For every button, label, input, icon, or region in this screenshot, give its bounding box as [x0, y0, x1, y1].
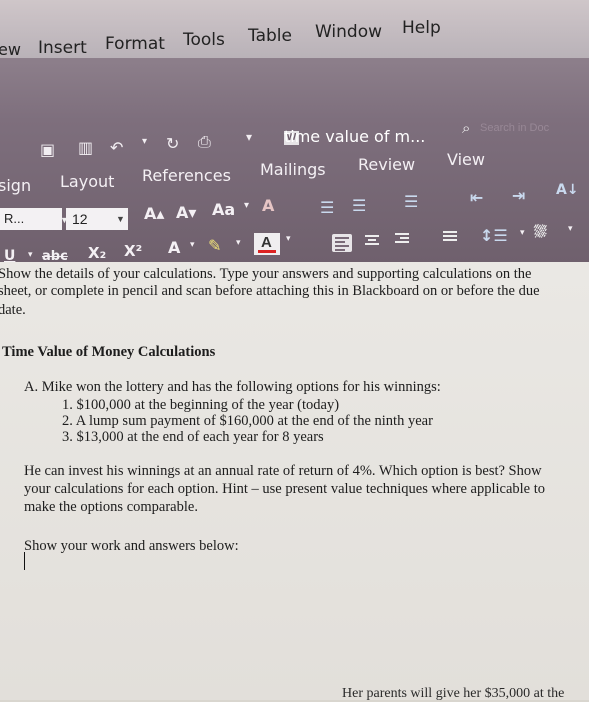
underline-dropdown-icon[interactable]: ▾ [28, 250, 33, 260]
text-effects-icon[interactable]: A [168, 238, 180, 257]
menu-table[interactable]: Table [248, 26, 292, 46]
menu-help[interactable]: Help [402, 18, 441, 38]
tab-design[interactable]: sign [0, 176, 31, 195]
font-color-button[interactable]: A [254, 233, 280, 255]
sort-icon[interactable]: A↓ [556, 182, 579, 198]
tab-references[interactable]: References [142, 166, 231, 185]
highlight-dropdown-icon[interactable]: ▾ [236, 238, 241, 248]
align-center-button[interactable] [362, 232, 382, 250]
search-input[interactable]: Search in Doc [480, 122, 549, 134]
increase-indent-icon[interactable]: ⇥ [512, 186, 525, 205]
customize-toolbar-icon[interactable]: ▾ [246, 130, 252, 144]
change-case-dropdown-icon[interactable]: ▾ [244, 200, 249, 211]
menu-format[interactable]: Format [105, 34, 165, 54]
subscript-button[interactable]: X₂ [88, 244, 106, 262]
search-icon[interactable]: ⌕ [462, 120, 470, 137]
undo-dropdown-icon[interactable]: ▾ [142, 136, 147, 147]
text-cursor [24, 552, 25, 570]
instruction-line: Show your work and answers below: [24, 538, 239, 554]
paragraph-line-1: He can invest his winnings at an annual … [24, 463, 542, 479]
numbering-icon[interactable]: ☰ [352, 196, 366, 215]
font-color-icon: A [261, 234, 272, 251]
section-heading: Time Value of Money Calculations [2, 344, 216, 360]
save-icon[interactable]: ▥ [78, 138, 93, 157]
print-icon[interactable]: ⎙ [198, 132, 211, 152]
intro-line-1: Show the details of your calculations. T… [0, 266, 532, 282]
shrink-font-icon[interactable]: A▾ [176, 203, 196, 222]
option-2: 2. A lump sum payment of $160,000 at the… [62, 413, 433, 429]
decrease-indent-icon[interactable]: ⇤ [470, 188, 483, 207]
clear-formatting-icon[interactable]: A [262, 196, 274, 215]
justify-button[interactable] [440, 228, 460, 246]
bullets-icon[interactable]: ☰ [320, 198, 334, 217]
tab-view[interactable]: View [447, 150, 485, 169]
font-size-value: 12 [72, 211, 88, 227]
option-1: 1. $100,000 at the beginning of the year… [62, 397, 340, 413]
intro-line-2: sheet, or complete in pencil and scan be… [0, 283, 540, 299]
menu-insert[interactable]: Insert [38, 38, 87, 58]
superscript-button[interactable]: X² [124, 242, 142, 260]
grow-font-icon[interactable]: A▴ [144, 204, 164, 223]
highlight-icon[interactable]: ✎ [208, 236, 221, 255]
font-name-value: R... [4, 211, 25, 226]
paragraph-line-3: make the options comparable. [24, 499, 198, 515]
tab-mailings[interactable]: Mailings [260, 160, 326, 179]
align-right-button[interactable] [392, 230, 412, 248]
option-3: 3. $13,000 at the end of each year for 8… [62, 429, 324, 445]
font-name-box[interactable]: R... [0, 208, 62, 230]
tab-layout[interactable]: Layout [60, 172, 114, 191]
question-a: A. Mike won the lottery and has the foll… [24, 379, 441, 395]
change-case-icon[interactable]: Aa [212, 200, 235, 219]
shading-icon[interactable]: ⛆ [534, 222, 547, 242]
line-spacing-dropdown-icon[interactable]: ▾ [520, 228, 525, 238]
intro-line-3: date. [0, 302, 26, 318]
tab-review[interactable]: Review [358, 155, 415, 174]
font-size-dropdown-icon[interactable]: ▼ [116, 214, 125, 224]
menu-tools[interactable]: Tools [183, 30, 225, 50]
align-left-button[interactable] [332, 234, 352, 252]
multilevel-list-icon[interactable]: ☰ [404, 192, 418, 211]
paragraph-line-2: your calculations for each option. Hint … [24, 481, 546, 497]
text-effects-dropdown-icon[interactable]: ▾ [190, 240, 195, 250]
undo-icon[interactable]: ↶ [110, 138, 123, 157]
redo-icon[interactable]: ↻ [166, 134, 179, 153]
menu-view[interactable]: ew [0, 40, 21, 59]
shading-dropdown-icon[interactable]: ▾ [568, 224, 573, 234]
font-color-dropdown-icon[interactable]: ▾ [286, 234, 291, 244]
sidebar-toggle-icon[interactable]: ▣ [40, 140, 55, 159]
line-spacing-icon[interactable]: ↕☰ [480, 226, 508, 245]
menu-bar: ew Insert Format Tools Table Window Help [0, 0, 589, 59]
menu-window[interactable]: Window [315, 22, 382, 42]
document-title: time value of m... [284, 127, 426, 146]
